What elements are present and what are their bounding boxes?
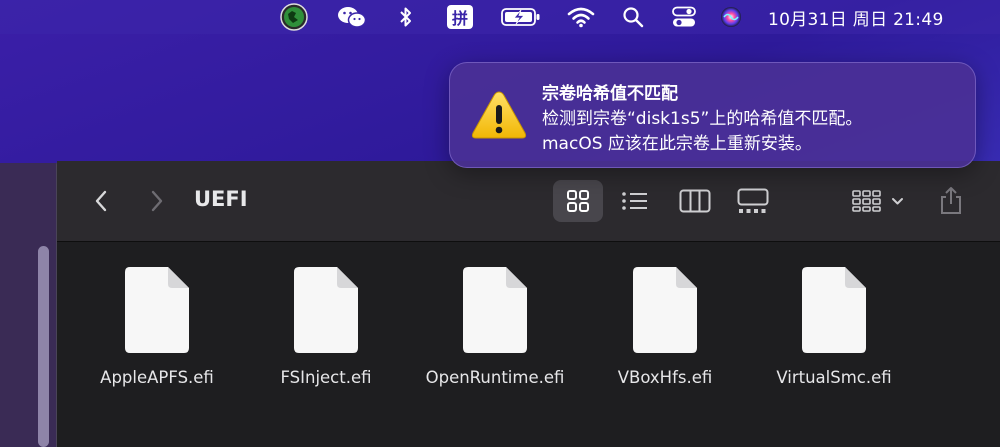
wifi-icon[interactable] [566, 0, 596, 34]
menubar-clock[interactable]: 10月31日 周日 21:49 [768, 0, 944, 34]
file-name: OpenRuntime.efi [425, 368, 565, 387]
bluetooth-icon[interactable] [394, 0, 418, 34]
file-item-openruntime[interactable]: OpenRuntime.efi [420, 266, 570, 387]
finder-toolbar: UEFI [57, 161, 1000, 242]
file-item-virtualsmc[interactable]: VirtualSmc.efi [759, 266, 909, 387]
file-item-appleapfs[interactable]: AppleAPFS.efi [82, 266, 232, 387]
spotlight-search-icon[interactable] [620, 0, 646, 34]
finder-window: UEFI AppleAPFS.efi FSInject.efi OpenRunt… [56, 161, 1000, 447]
document-icon [801, 266, 867, 354]
document-icon [124, 266, 190, 354]
back-chevron-icon[interactable] [87, 185, 115, 217]
menu-bar: 拼 10月31日 周日 21:49 [0, 0, 1000, 34]
document-icon [293, 266, 359, 354]
document-icon [632, 266, 698, 354]
gallery-view-icon[interactable] [733, 180, 773, 222]
forward-chevron-icon[interactable] [143, 185, 171, 217]
document-icon [462, 266, 528, 354]
notification-banner[interactable]: 宗卷哈希值不匹配 检测到宗卷“disk1s5”上的哈希值不匹配。 macOS 应… [449, 62, 976, 168]
file-name: AppleAPFS.efi [100, 368, 214, 387]
file-grid: AppleAPFS.efi FSInject.efi OpenRuntime.e… [57, 242, 1000, 447]
wechat-icon[interactable] [336, 0, 368, 34]
siri-icon[interactable] [718, 0, 744, 34]
notification-body-line-1: 检测到宗卷“disk1s5”上的哈希值不匹配。 [542, 109, 863, 129]
file-name: VirtualSmc.efi [776, 368, 892, 387]
notification-body-line-2: macOS 应该在此宗卷上重新安装。 [542, 134, 812, 154]
warning-icon [470, 89, 528, 141]
share-icon[interactable] [933, 180, 969, 222]
input-method-icon[interactable]: 拼 [446, 0, 474, 34]
battery-charging-icon[interactable] [500, 0, 542, 34]
sidebar-scrollbar[interactable] [38, 246, 49, 447]
file-item-vboxhfs[interactable]: VBoxHfs.efi [590, 266, 740, 387]
list-view-icon[interactable] [617, 180, 653, 222]
notification-title: 宗卷哈希值不匹配 [542, 84, 678, 104]
input-method-label: 拼 [451, 9, 468, 28]
control-center-icon[interactable] [670, 0, 698, 34]
icon-view-icon[interactable] [553, 180, 603, 222]
window-title: UEFI [194, 187, 248, 211]
sidebar-edge [0, 163, 58, 447]
column-view-icon[interactable] [675, 180, 715, 222]
file-name: FSInject.efi [280, 368, 372, 387]
group-by-icon[interactable] [847, 180, 911, 222]
file-item-fsinject[interactable]: FSInject.efi [251, 266, 401, 387]
file-name: VBoxHfs.efi [617, 368, 713, 387]
status-globe-icon[interactable] [278, 0, 310, 34]
